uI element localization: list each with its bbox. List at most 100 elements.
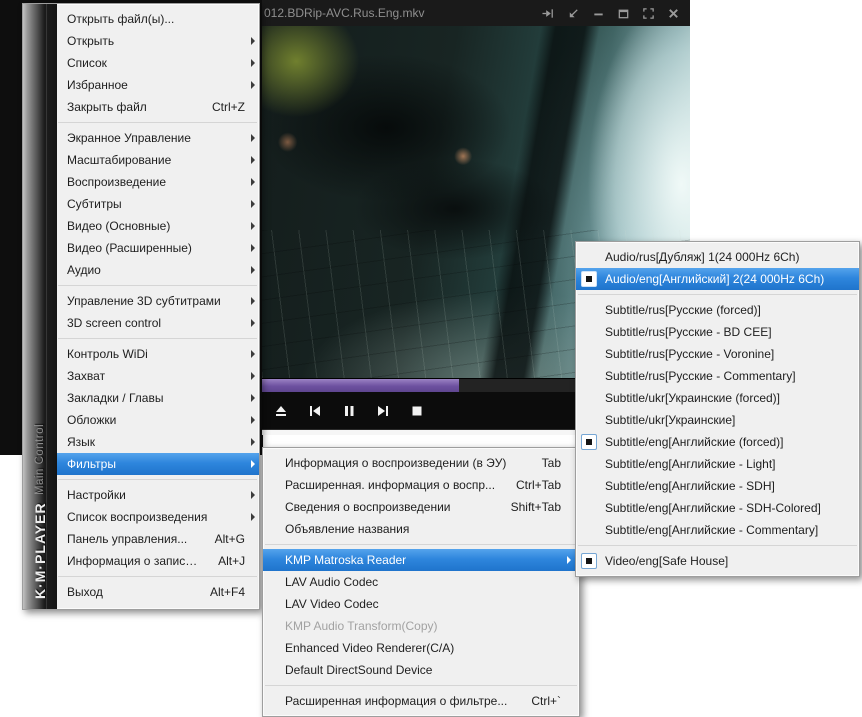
previous-icon[interactable] [304,400,326,422]
close-icon[interactable] [664,5,682,21]
next-icon[interactable] [372,400,394,422]
menu-item[interactable]: Избранное [57,74,259,96]
menu-item[interactable]: Контроль WiDi [57,343,259,365]
menu-item[interactable]: Закладки / Главы [57,387,259,409]
menu-item[interactable]: Субтитры [57,193,259,215]
menu-item-label: Subtitle/eng[Английские - SDH-Colored] [605,501,821,515]
menu-item[interactable]: Видео (Расширенные) [57,237,259,259]
menu-item[interactable]: Открыть файл(ы)... [57,8,259,30]
menu-item-label: Язык [67,435,95,449]
menu-item[interactable]: Subtitle/rus[Русские (forced)] [576,299,859,321]
menu-shortcut: Ctrl+` [513,694,561,708]
menu-item-label: Расширенная информация о фильтре... [285,694,507,708]
menu-item[interactable]: Обложки [57,409,259,431]
menu-item-label: Объявление названия [285,522,409,536]
eject-icon[interactable] [270,400,292,422]
menu-item[interactable]: Аудио [57,259,259,281]
submenu-arrow-icon [245,460,255,468]
menu-item[interactable]: Видео (Основные) [57,215,259,237]
submenu-arrow-icon [245,81,255,89]
menu-item-label: KMP Matroska Reader [285,553,406,567]
menu-item[interactable]: LAV Video Codec [263,593,579,615]
menu-item[interactable]: Subtitle/rus[Русские - Voronine] [576,343,859,365]
menu-item-label: Subtitle/eng[Английские - Light] [605,457,776,471]
menu-item[interactable]: Объявление названия [263,518,579,540]
menu-item-label: Фильтры [67,457,116,471]
menu-separator [58,285,257,286]
menu-item-label: Видео (Расширенные) [67,241,192,255]
brand-subtitle [34,495,46,502]
menu-item[interactable]: Video/eng[Safe House] [576,550,859,572]
menu-item[interactable]: Расширенная информация о фильтре... Ctrl+… [263,690,579,712]
menu-item-label: KMP Audio Transform(Copy) [285,619,438,633]
menu-separator [58,479,257,480]
menu-item[interactable]: Default DirectSound Device [263,659,579,681]
menu-item[interactable]: Subtitle/eng[Английские - SDH] [576,475,859,497]
menu-item[interactable]: Выход Alt+F4 [57,581,259,603]
main-context-menu: K·M·PLAYER Main Control Открыть файл(ы).… [22,3,260,610]
menu-item-label: Subtitle/ukr[Украинские] [605,413,735,427]
menu-item-label: Сведения о воспроизведении [285,500,451,514]
submenu-arrow-icon [245,156,255,164]
menu-item-label: Выход [67,585,103,599]
pause-icon[interactable] [338,400,360,422]
submenu-arrow-icon [245,200,255,208]
menu-item[interactable]: Масштабирование [57,149,259,171]
menu-item[interactable]: Список [57,52,259,74]
pin-icon[interactable] [539,5,557,21]
submenu-arrow-icon [245,297,255,305]
menu-item[interactable]: Audio/eng[Английский] 2(24 000Hz 6Ch) [576,268,859,290]
menu-item[interactable]: Информация о воспроизведении (в ЭУ)Tab [263,452,579,474]
menu-item[interactable]: Subtitle/ukr[Украинские] [576,409,859,431]
menu-shortcut: Ctrl+Tab [498,478,561,492]
menu-item[interactable]: Панель управления...Alt+G [57,528,259,550]
menu-item[interactable]: Экранное Управление [57,127,259,149]
menu-item-label: Default DirectSound Device [285,663,432,677]
menu-item[interactable]: Фильтры [42,453,259,475]
menu-item-label: Subtitle/rus[Русские - Commentary] [605,369,796,383]
menu-item-label: Video/eng[Safe House] [605,554,728,568]
menu-separator [58,338,257,339]
menu-item[interactable]: 3D screen control [57,312,259,334]
brand-name: K·M·PLAYER [32,502,48,599]
menu-item[interactable]: Subtitle/eng[Английские - Light] [576,453,859,475]
menu-item[interactable]: Захват [57,365,259,387]
menu-item[interactable]: Расширенная. информация о воспр...Ctrl+T… [263,474,579,496]
menu-item[interactable]: Subtitle/eng[Английские - SDH-Colored] [576,497,859,519]
menu-item[interactable]: KMP Audio Transform(Copy) [263,615,579,637]
menu-item[interactable]: Enhanced Video Renderer(C/A) [263,637,579,659]
menu-item[interactable]: Информация о записи...Alt+J [57,550,259,572]
restore-arrow-icon[interactable] [564,5,582,21]
menu-item[interactable]: KMP Matroska Reader [263,549,579,571]
menu-item[interactable]: Subtitle/rus[Русские - BD CEE] [576,321,859,343]
menu-item[interactable]: Язык [57,431,259,453]
maximize-icon[interactable] [614,5,632,21]
titlebar[interactable]: 012.BDRip-AVC.Rus.Eng.mkv [262,0,690,26]
menu-item[interactable]: LAV Audio Codec [263,571,579,593]
menu-item[interactable]: Воспроизведение [57,171,259,193]
menu-item-label: 3D screen control [67,316,161,330]
menu-item[interactable]: Список воспроизведения [57,506,259,528]
menu-item[interactable]: Audio/rus[Дубляж] 1(24 000Hz 6Ch) [576,246,859,268]
menu-item-label: Контроль WiDi [67,347,148,361]
fullscreen-icon[interactable] [639,5,657,21]
menu-shortcut: Alt+F4 [192,585,245,599]
minimize-icon[interactable] [589,5,607,21]
menu-item[interactable]: Настройки [57,484,259,506]
submenu-arrow-icon [245,491,255,499]
menu-item-label: Список [67,56,107,70]
menu-item[interactable]: Закрыть файлCtrl+Z [57,96,259,118]
menu-item-label: Subtitle/ukr[Украинские (forced)] [605,391,780,405]
menu-item-label: LAV Video Codec [285,597,379,611]
menu-separator [265,544,577,545]
submenu-arrow-icon [245,438,255,446]
stop-icon[interactable] [406,400,428,422]
menu-item[interactable]: Subtitle/ukr[Украинские (forced)] [576,387,859,409]
menu-item[interactable]: Subtitle/rus[Русские - Commentary] [576,365,859,387]
menu-item[interactable]: Открыть [57,30,259,52]
menu-item[interactable]: Сведения о воспроизведенииShift+Tab [263,496,579,518]
menu-item[interactable]: Subtitle/eng[Английские (forced)] [576,431,859,453]
brand-vertical-text: K·M·PLAYER Main Control [23,4,57,609]
menu-item[interactable]: Управление 3D субтитрами [57,290,259,312]
menu-item[interactable]: Subtitle/eng[Английские - Commentary] [576,519,859,541]
